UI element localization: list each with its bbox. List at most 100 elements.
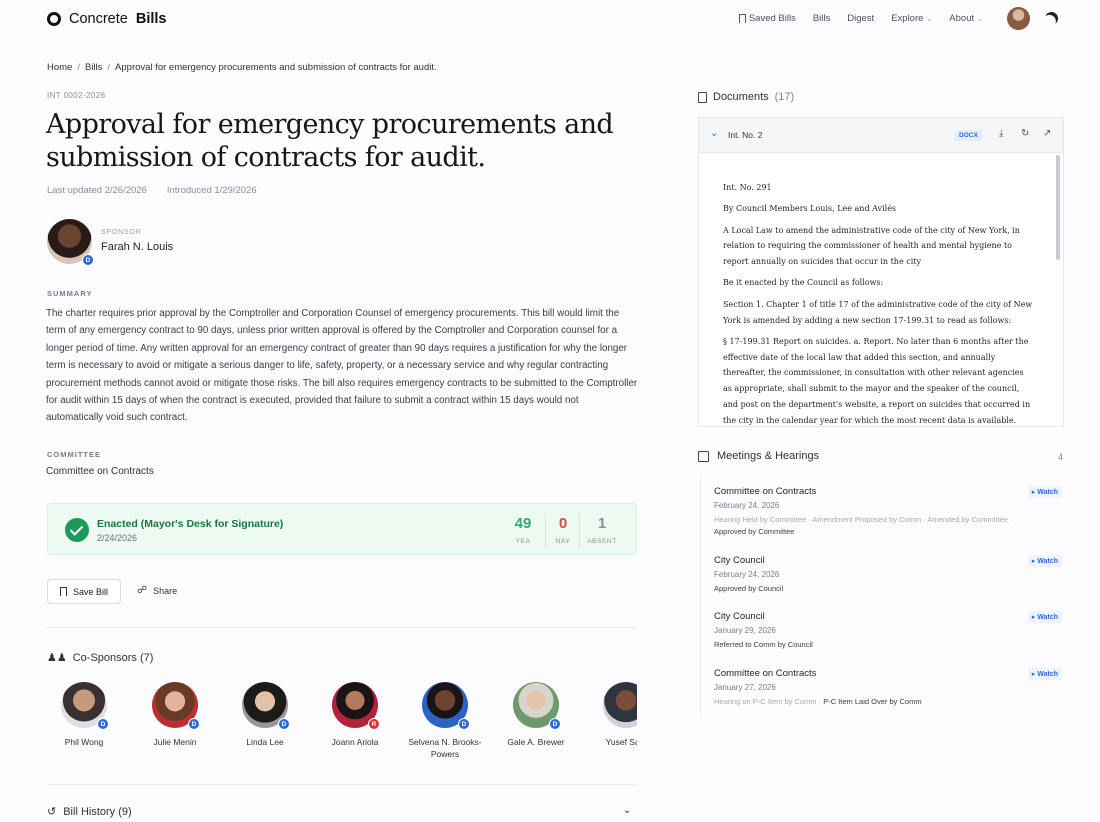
document-viewer: ⌄ Int. No. 2 DOCX ⤓ ↻ ↗ Int. No. 291 By …: [698, 117, 1064, 427]
bill-dates: Last updated 2/26/2026 Introduced 1/29/2…: [47, 185, 257, 196]
watch-button[interactable]: ▸ Watch: [1027, 611, 1062, 623]
breadcrumb-home[interactable]: Home: [47, 62, 72, 73]
party-badge: D: [82, 254, 94, 266]
document-text: Int. No. 291 By Council Members Louis, L…: [723, 180, 1033, 434]
user-avatar[interactable]: [1007, 7, 1030, 30]
meeting-title: City Council: [714, 611, 765, 622]
cosponsor-name: Julie Menin: [153, 737, 197, 747]
sponsor-label: SPONSOR: [101, 229, 142, 236]
sponsor-name[interactable]: Farah N. Louis: [101, 241, 173, 253]
chevron-down-icon: ⌄: [977, 15, 983, 23]
summary-text: The charter requires prior approval by t…: [46, 308, 638, 424]
cosponsor-avatar: D: [61, 682, 109, 730]
meeting-actions: Hearing on P-C Item by Comm · P-C Item L…: [714, 697, 922, 706]
cosponsor-card[interactable]: D Gale A. Brewer: [491, 682, 581, 748]
meeting-result: Approved by Committee: [714, 527, 795, 536]
watch-button[interactable]: ▸ Watch: [1027, 555, 1062, 567]
cosponsor-name: Phil Wong: [64, 737, 104, 747]
watch-button[interactable]: ▸ Watch: [1027, 668, 1062, 680]
sponsor-avatar[interactable]: D: [47, 219, 94, 266]
last-updated-date: Last updated 2/26/2026: [47, 185, 147, 196]
cosponsors-title: Co-Sponsors (7): [72, 651, 154, 664]
document-paragraph: § 17-199.31 Report on suicides. a. Repor…: [723, 336, 1031, 425]
yea-label: YEA: [515, 538, 531, 545]
cosponsor-avatar: [603, 682, 637, 728]
history-icon: ↺: [47, 806, 57, 818]
cosponsor-card[interactable]: D Linda Lee: [220, 682, 310, 748]
cosponsor-name: Yusef Sala: [605, 737, 637, 747]
watch-button[interactable]: ▸ Watch: [1027, 486, 1062, 498]
refresh-icon[interactable]: ↻: [1021, 128, 1029, 139]
nav-digest[interactable]: Digest: [847, 13, 874, 24]
introduced-date: Introduced 1/29/2026: [166, 185, 257, 196]
cosponsor-card[interactable]: D Phil Wong: [47, 682, 129, 748]
meeting-title: Committee on Contracts: [714, 486, 817, 497]
logo-text-bold: Bills: [135, 11, 167, 27]
documents-title: Documents: [713, 91, 769, 103]
cosponsor-avatar: D: [422, 682, 470, 730]
nav-explore[interactable]: Explore ⌄: [891, 13, 932, 24]
meeting-date: January 27, 2026: [714, 683, 776, 692]
committee-name[interactable]: Committee on Contracts: [46, 466, 154, 477]
vote-yea: 49 YEA: [501, 515, 545, 545]
absent-label: ABSENT: [587, 538, 617, 545]
party-badge: R: [368, 718, 380, 730]
bookmark-icon: [59, 587, 67, 596]
expand-icon[interactable]: ↗: [1043, 128, 1051, 139]
cosponsor-card[interactable]: D Julie Menin: [130, 682, 220, 748]
cosponsor-card[interactable]: R Joann Ariola: [310, 682, 400, 748]
divider: [47, 784, 637, 785]
document-format-badge: DOCX: [955, 130, 982, 141]
meeting-actions: Referred to Comm by Council: [714, 640, 813, 649]
share-label: Share: [153, 585, 178, 596]
document-paragraph: By Council Members Louis, Lee and Avilés: [723, 204, 897, 214]
top-navigation-bar: Concrete Bills Saved Bills Bills Digest E…: [0, 0, 1100, 38]
cosponsor-name: Joann Ariola: [331, 737, 379, 747]
logo-text: Concrete: [69, 11, 128, 27]
check-circle-icon: [65, 518, 89, 542]
cosponsor-name: Linda Lee: [246, 737, 284, 747]
party-badge: D: [549, 718, 561, 730]
calendar-icon: [698, 450, 709, 462]
breadcrumb-current: Approval for emergency procurements and …: [115, 62, 437, 73]
breadcrumb-separator: /: [107, 62, 111, 73]
meeting-item: Committee on Contracts January 27, 2026 …: [714, 668, 1064, 706]
meeting-date: February 24, 2026: [714, 570, 780, 579]
meeting-item: City Council January 29, 2026 Referred t…: [714, 611, 1064, 649]
breadcrumb-bills[interactable]: Bills: [85, 62, 102, 73]
document-paragraph: A Local Law to amend the administrative …: [723, 225, 1020, 267]
main-nav: Saved Bills Bills Digest Explore ⌄ About ⌄: [738, 13, 983, 24]
vote-absent: 1 ABSENT: [580, 515, 624, 545]
cosponsor-card[interactable]: Yusef Sala: [581, 682, 637, 748]
party-badge: D: [458, 718, 470, 730]
save-bill-button[interactable]: Save Bill: [47, 579, 121, 604]
yea-count: 49: [514, 515, 532, 532]
nav-about[interactable]: About ⌄: [949, 13, 983, 24]
breadcrumb: Home / Bills / Approval for emergency pr…: [47, 62, 437, 73]
divider: [47, 627, 637, 628]
bill-history-toggle[interactable]: ↺ Bill History (9): [47, 805, 132, 819]
cosponsor-avatar: D: [152, 682, 200, 730]
logo[interactable]: Concrete Bills: [47, 11, 166, 27]
meetings-heading: Meetings & Hearings: [698, 450, 819, 462]
meeting-actions: Approved by Council: [714, 584, 784, 593]
scrollbar[interactable]: [1056, 155, 1060, 260]
cosponsor-name: Selvena N. Brooks-Powers: [408, 737, 482, 759]
chevron-down-icon: ⌄: [926, 15, 933, 23]
cosponsors-list: D Phil Wong D Julie Menin D Linda Lee R …: [47, 682, 637, 762]
bill-id: INT 0002-2026: [47, 91, 106, 100]
document-name[interactable]: Int. No. 2: [728, 130, 763, 140]
download-icon[interactable]: ⤓: [999, 128, 1003, 139]
document-paragraph: Int. No. 291: [723, 183, 772, 192]
document-toolbar: ⌄ Int. No. 2 DOCX ⤓ ↻ ↗: [699, 118, 1063, 153]
nav-bills[interactable]: Bills: [813, 13, 830, 24]
bill-history-title: Bill History (9): [63, 805, 132, 818]
nav-saved-bills[interactable]: Saved Bills: [738, 13, 796, 24]
logo-icon: [47, 12, 61, 26]
cosponsor-card[interactable]: D Selvena N. Brooks-Powers: [400, 682, 490, 760]
meeting-item: Committee on Contracts February 24, 2026…: [714, 486, 1064, 536]
chevron-down-icon[interactable]: ⌄: [623, 805, 631, 816]
chevron-down-icon[interactable]: ⌄: [710, 128, 718, 139]
share-button[interactable]: ☍ Share: [137, 585, 177, 596]
dark-mode-toggle-icon[interactable]: [1043, 10, 1060, 27]
